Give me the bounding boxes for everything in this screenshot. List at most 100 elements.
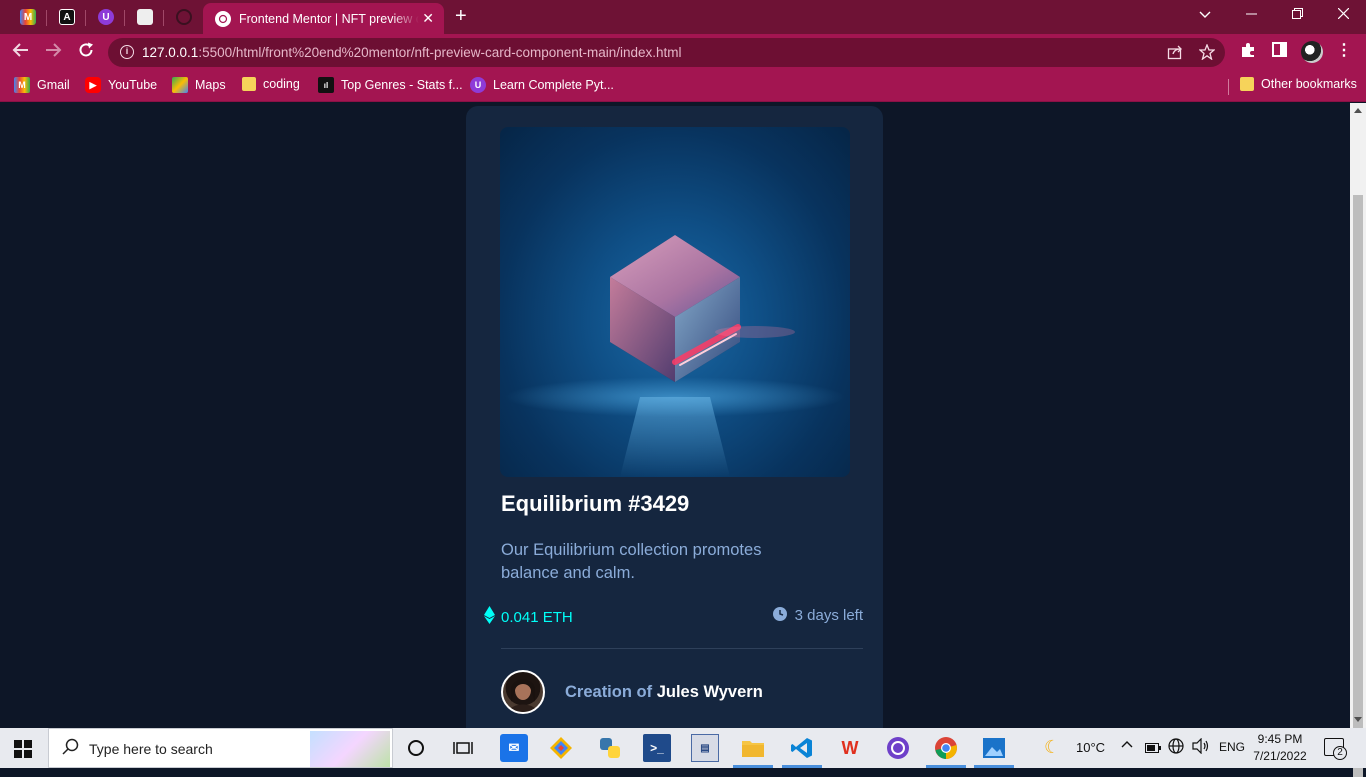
vscode-icon[interactable] <box>788 734 816 762</box>
search-highlight-illustration <box>310 731 390 767</box>
bookmark-maps[interactable]: Maps <box>172 77 226 93</box>
input-language[interactable]: ENG <box>1219 740 1245 754</box>
notification-count-badge: 2 <box>1333 746 1347 760</box>
system-clock[interactable]: 9:45 PM 7/21/2022 <box>1248 731 1312 765</box>
price-row: 0.041 ETH <box>484 603 573 626</box>
nft-title[interactable]: Equilibrium #3429 <box>501 491 689 517</box>
other-bookmarks[interactable]: Other bookmarks <box>1240 77 1357 91</box>
share-icon[interactable] <box>1167 44 1183 64</box>
task-view-icon[interactable] <box>449 734 477 762</box>
pinned-tab-2[interactable]: A <box>55 6 79 28</box>
close-window-button[interactable] <box>1328 6 1358 22</box>
extensions-icon[interactable] <box>1240 42 1256 63</box>
search-icon <box>62 738 79 760</box>
folder-icon <box>242 77 256 91</box>
mail-icon[interactable]: ✉ <box>500 734 528 762</box>
tab-separator <box>46 10 47 26</box>
windows-start-icon[interactable] <box>14 740 32 758</box>
photos-app-icon[interactable] <box>547 734 575 762</box>
bookmark-label: Maps <box>195 78 226 92</box>
bookmark-label: Top Genres - Stats f... <box>341 78 463 92</box>
github-tab-icon <box>176 9 192 25</box>
gmail-icon: M <box>20 9 36 25</box>
scrollbar-thumb[interactable] <box>1353 195 1363 777</box>
creator-name[interactable]: Jules Wyvern <box>657 683 763 701</box>
github-desktop-icon[interactable] <box>884 734 912 762</box>
gmail-icon: M <box>14 77 30 93</box>
minimize-button[interactable] <box>1236 6 1266 22</box>
file-explorer-icon[interactable] <box>739 734 767 762</box>
powershell-icon[interactable]: >_ <box>643 734 671 762</box>
stats-icon: ıl <box>318 77 334 93</box>
active-tab-title: Frontend Mentor | NFT preview card compo… <box>239 11 419 26</box>
bookmark-learn-python[interactable]: U Learn Complete Pyt... <box>470 77 614 93</box>
clock-time: 9:45 PM <box>1257 732 1303 746</box>
profile-avatar[interactable] <box>1301 41 1323 63</box>
udemy-icon: U <box>98 9 114 25</box>
nft-image[interactable] <box>500 127 850 477</box>
bookmark-gmail[interactable]: M Gmail <box>14 77 70 93</box>
pinned-tab-5[interactable] <box>172 6 196 28</box>
new-tab-button[interactable]: + <box>455 6 467 26</box>
bookmark-label: Gmail <box>37 78 70 92</box>
gmail-tab[interactable]: M <box>16 6 40 28</box>
browser-toolbar: i 127.0.0.1:5500/html/front%20end%20ment… <box>0 34 1366 71</box>
menu-kebab-icon[interactable]: ⋮ <box>1336 40 1352 60</box>
site-info-icon[interactable]: i <box>120 45 134 59</box>
tab-separator <box>85 10 86 26</box>
battery-icon[interactable] <box>1145 741 1161 756</box>
python-icon[interactable] <box>596 734 624 762</box>
cortana-icon[interactable] <box>402 734 430 762</box>
volume-icon[interactable] <box>1192 737 1210 757</box>
creator-prefix: Creation of <box>565 683 653 701</box>
bookmark-label: Other bookmarks <box>1261 77 1357 91</box>
page-scrollbar[interactable] <box>1350 103 1366 777</box>
frontend-mentor-icon <box>215 10 231 27</box>
tab-separator <box>124 10 125 26</box>
scroll-down-icon[interactable] <box>1354 717 1362 722</box>
chrome-icon[interactable] <box>932 734 960 762</box>
show-hidden-icons-chevron-icon[interactable] <box>1121 738 1133 753</box>
divider <box>501 648 863 649</box>
ethereum-icon <box>484 605 495 624</box>
time-left: 3 days left <box>794 607 863 624</box>
page-tab-icon <box>137 9 153 25</box>
maps-icon <box>172 77 188 93</box>
bookmarks-bar: M Gmail ▶ YouTube Maps coding ıl Top Gen… <box>0 71 1366 102</box>
restore-button[interactable] <box>1282 6 1312 22</box>
creator-line: Creation of Jules Wyvern <box>565 683 763 702</box>
udemy-icon: U <box>470 77 486 93</box>
bookmark-youtube[interactable]: ▶ YouTube <box>85 77 157 93</box>
bookmark-label: Learn Complete Pyt... <box>493 78 614 92</box>
side-panel-icon[interactable] <box>1272 42 1287 62</box>
active-tab[interactable]: Frontend Mentor | NFT preview card compo… <box>203 3 444 34</box>
bookmark-top-genres[interactable]: ıl Top Genres - Stats f... <box>318 77 463 93</box>
bookmark-star-icon[interactable] <box>1198 43 1216 64</box>
tab-strip: M A U Frontend Mentor | NFT preview card… <box>0 0 1366 34</box>
photos-icon[interactable] <box>980 734 1008 762</box>
weather-moon-icon[interactable]: ☾ <box>1044 737 1060 758</box>
reload-icon[interactable] <box>77 41 95 63</box>
creator-avatar <box>501 670 545 714</box>
clock-icon <box>772 606 787 621</box>
pinned-tab-3[interactable]: U <box>94 6 118 28</box>
network-globe-icon[interactable] <box>1168 738 1184 757</box>
bookmark-label: coding <box>263 77 300 91</box>
nft-card: Equilibrium #3429 Our Equilibrium collec… <box>466 106 883 728</box>
back-icon[interactable] <box>12 41 30 63</box>
wps-office-icon[interactable]: W <box>836 734 864 762</box>
search-placeholder: Type here to search <box>89 741 213 757</box>
taskbar-search[interactable]: Type here to search <box>48 728 393 768</box>
equilibrium-cube-image <box>505 235 845 477</box>
forward-icon[interactable] <box>44 41 62 63</box>
pinned-tab-4[interactable] <box>133 6 157 28</box>
bookmark-coding-folder[interactable]: coding <box>242 77 300 91</box>
temperature[interactable]: 10°C <box>1076 740 1105 755</box>
close-tab-icon[interactable]: ✕ <box>422 11 434 25</box>
page-viewport: Equilibrium #3429 Our Equilibrium collec… <box>0 103 1350 728</box>
scroll-up-icon[interactable] <box>1354 108 1362 113</box>
remote-desktop-icon[interactable]: ▤ <box>691 734 719 762</box>
tab-search-button[interactable] <box>1190 6 1220 22</box>
address-bar[interactable]: i 127.0.0.1:5500/html/front%20end%20ment… <box>108 38 1225 67</box>
bookmarks-separator <box>1228 79 1229 95</box>
